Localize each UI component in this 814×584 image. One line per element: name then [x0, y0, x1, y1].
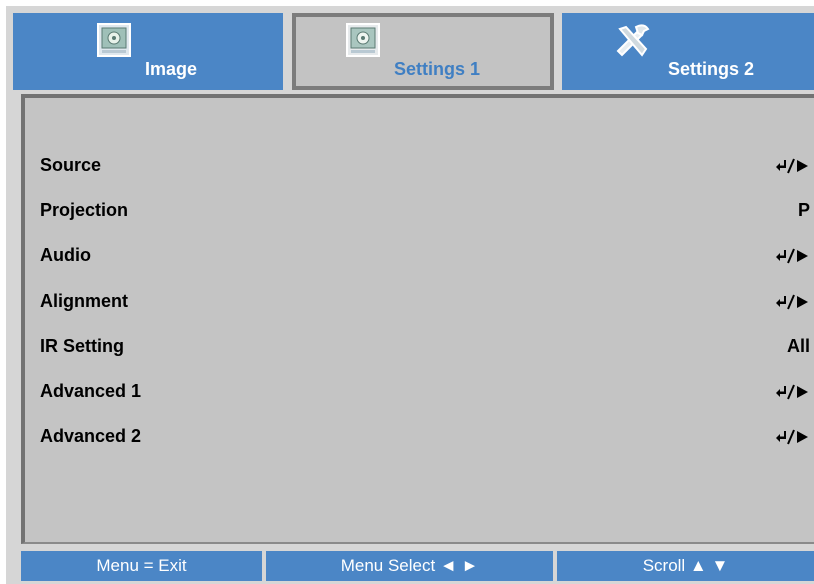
tools-icon: [616, 24, 650, 57]
menu-item-label: Projection: [40, 200, 129, 220]
menu-item-label: Alignment: [40, 291, 128, 311]
footer-scroll-hint: Scroll ▲ ▼: [557, 551, 814, 581]
tab-settings-2-label: Settings 2: [668, 59, 755, 79]
menu-item-audio[interactable]: Audio: [40, 245, 810, 269]
enter-arrow-icon: [776, 429, 808, 445]
enter-arrow-icon: [776, 384, 808, 400]
menu-item-value: All: [786, 336, 810, 356]
menu-item-label: Source: [40, 155, 102, 175]
tab-settings-2[interactable]: Settings 2: [562, 13, 814, 90]
footer-exit-hint: Menu = Exit: [21, 551, 262, 581]
enter-arrow-icon: [776, 248, 808, 264]
menu-item-label: IR Setting: [40, 336, 124, 356]
menu-item-advanced-2[interactable]: Advanced 2: [40, 426, 810, 450]
tab-image[interactable]: Image: [13, 13, 283, 90]
tab-image-label: Image: [145, 59, 198, 79]
enter-arrow-icon: [776, 294, 808, 310]
menu-panel: Source Projection P Audio Alignment IR S…: [21, 94, 814, 544]
menu-item-label: Advanced 1: [40, 381, 142, 401]
menu-item-advanced-1[interactable]: Advanced 1: [40, 381, 810, 405]
settings-icon: [346, 23, 380, 57]
osd-menu-frame: Image Settings 1 Settings 2 Source Proje…: [6, 6, 814, 584]
tab-settings-1-label: Settings 1: [394, 59, 481, 79]
image-icon: [97, 23, 131, 57]
tab-settings-1[interactable]: Settings 1: [292, 13, 554, 90]
enter-arrow-icon: [776, 158, 808, 174]
menu-item-alignment[interactable]: Alignment: [40, 291, 810, 315]
menu-item-source[interactable]: Source: [40, 155, 810, 179]
menu-item-label: Audio: [40, 245, 91, 265]
footer-select-hint: Menu Select ◄ ►: [266, 551, 553, 581]
menu-item-ir-setting[interactable]: IR Setting All: [40, 336, 810, 360]
menu-item-label: Advanced 2: [40, 426, 142, 446]
menu-item-value: P: [797, 200, 810, 220]
menu-item-projection[interactable]: Projection P: [40, 200, 810, 224]
